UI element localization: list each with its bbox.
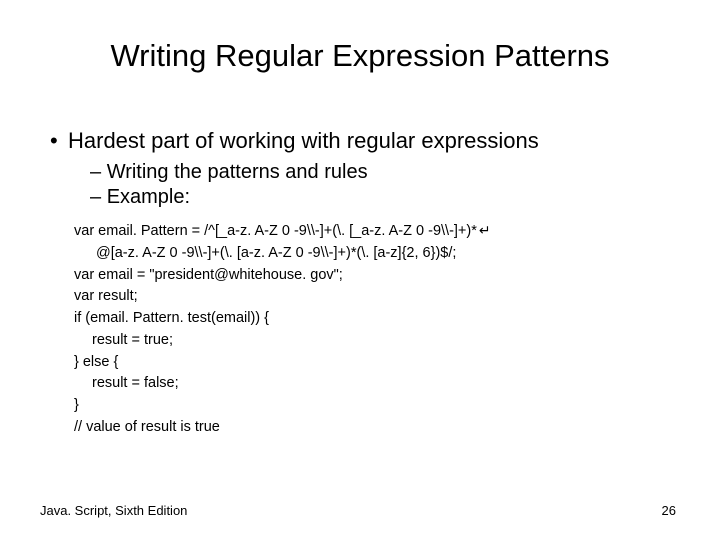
bullet-level-2: – Example: <box>90 185 660 210</box>
code-line: result = true; <box>74 330 660 352</box>
code-block: var email. Pattern = /^[_a-z. A-Z 0 -9\\… <box>74 220 660 439</box>
code-line: result = false; <box>74 373 660 395</box>
footer-source: Java. Script, Sixth Edition <box>40 503 187 518</box>
bullet-level-2: – Writing the patterns and rules <box>90 160 660 185</box>
sub-bullet-text: Writing the patterns and rules <box>107 161 368 183</box>
sub-bullet-text: Example: <box>107 186 190 208</box>
return-arrow-icon: ↵ <box>477 222 491 238</box>
dash-icon: – <box>90 161 107 183</box>
code-text: var email. Pattern = /^[_a-z. A-Z 0 -9\\… <box>74 223 477 239</box>
code-line: var email. Pattern = /^[_a-z. A-Z 0 -9\\… <box>74 220 660 243</box>
code-line: } <box>74 395 660 417</box>
code-line: if (email. Pattern. test(email)) { <box>74 308 660 330</box>
page-number: 26 <box>662 503 676 518</box>
bullet-text: Hardest part of working with regular exp… <box>68 128 539 153</box>
code-line: } else { <box>74 352 660 374</box>
slide: Writing Regular Expression Patterns •Har… <box>0 0 720 540</box>
code-line: @[a-z. A-Z 0 -9\\-]+(\. [a-z. A-Z 0 -9\\… <box>74 243 660 265</box>
code-line: var email = "president@whitehouse. gov"; <box>74 265 660 287</box>
bullet-dot-icon: • <box>50 128 68 154</box>
slide-body: •Hardest part of working with regular ex… <box>50 128 660 439</box>
dash-icon: – <box>90 186 107 208</box>
slide-title: Writing Regular Expression Patterns <box>0 38 720 74</box>
code-line: // value of result is true <box>74 417 660 439</box>
bullet-level-1: •Hardest part of working with regular ex… <box>50 128 660 154</box>
code-line: var result; <box>74 286 660 308</box>
